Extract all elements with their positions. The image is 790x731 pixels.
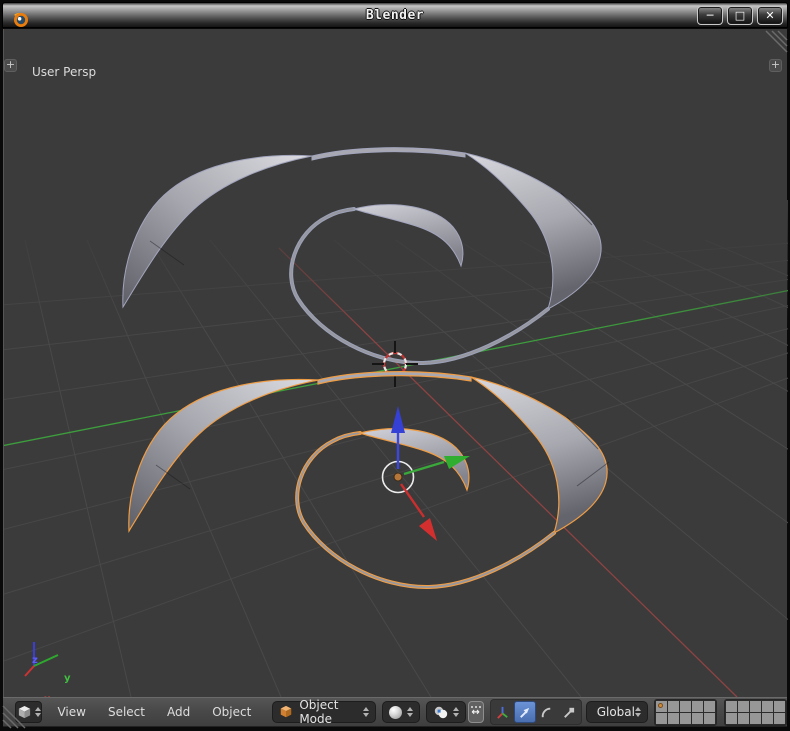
layer-cell[interactable]: [750, 701, 761, 712]
viewport-3d-scene[interactable]: [4, 29, 788, 697]
area-corner-grip-topright[interactable]: [766, 31, 787, 52]
shading-dropdown[interactable]: [382, 701, 420, 723]
orientation-dropdown-value: Global: [593, 705, 635, 719]
layer-cell[interactable]: [762, 713, 773, 724]
close-button[interactable]: ✕: [757, 6, 783, 25]
manipulator-type-group: [490, 699, 582, 725]
layer-cell[interactable]: [774, 713, 785, 724]
layer-cell[interactable]: [656, 713, 667, 724]
layer-cell[interactable]: [692, 713, 703, 724]
layer-cell[interactable]: [680, 701, 691, 712]
layer-buttons-group1: [654, 699, 717, 726]
gizmo-axis-button[interactable]: [492, 701, 514, 723]
pivot-point-icon: [433, 705, 449, 720]
sphere-icon: [389, 706, 402, 719]
layer-cell[interactable]: [774, 701, 785, 712]
orange-cube-icon: [279, 705, 293, 719]
mode-dropdown-value: Object Mode: [299, 698, 356, 726]
layer-cell[interactable]: [762, 701, 773, 712]
dropdown-arrows-icon: [635, 707, 641, 717]
layer-cell[interactable]: [750, 713, 761, 724]
layer-cell[interactable]: [726, 701, 737, 712]
menu-view[interactable]: View: [46, 698, 96, 726]
mode-dropdown[interactable]: Object Mode: [272, 701, 375, 723]
dropdown-arrows-icon: [363, 707, 369, 717]
orientation-dropdown[interactable]: Global: [586, 701, 648, 723]
maximize-button[interactable]: □: [727, 6, 753, 25]
layer-cell-active[interactable]: [656, 701, 667, 712]
layer-cell[interactable]: [738, 713, 749, 724]
layer-cell[interactable]: [726, 713, 737, 724]
layer-cell[interactable]: [738, 701, 749, 712]
layer-buttons-group2: [724, 699, 787, 726]
blender-window: Blender ─ □ ✕: [0, 0, 790, 731]
gizmo-scale-button[interactable]: [558, 701, 580, 723]
transform-manipulator[interactable]: [383, 406, 471, 541]
layer-cell[interactable]: [692, 701, 703, 712]
expand-properties-button[interactable]: +: [769, 59, 782, 72]
viewport-3d-area[interactable]: User Persp (1) NurbsCurve z y x: [3, 29, 787, 697]
gizmo-rotate-button[interactable]: [536, 701, 558, 723]
header-menus: View Select Add Object: [46, 698, 262, 726]
layer-cell[interactable]: [704, 713, 715, 724]
layer-cell[interactable]: [668, 713, 679, 724]
area-corner-grip-bottomleft[interactable]: [2, 704, 28, 730]
menu-object[interactable]: Object: [201, 698, 262, 726]
layer-cell[interactable]: [680, 713, 691, 724]
minimize-button[interactable]: ─: [697, 6, 723, 25]
layer-cell[interactable]: [704, 701, 715, 712]
axis-tripod-icon: [495, 705, 510, 720]
window-title: Blender: [3, 8, 787, 23]
dropdown-arrows-icon: [407, 707, 413, 717]
layer-cell[interactable]: [668, 701, 679, 712]
scale-handle-icon: [561, 705, 576, 720]
expand-toolshelf-button[interactable]: +: [4, 59, 17, 72]
translate-arrow-icon: [517, 705, 532, 720]
pivot-dropdown[interactable]: [426, 701, 466, 723]
dropdown-arrows-icon: [35, 707, 41, 717]
object-origin-dot: [394, 473, 402, 481]
title-bar[interactable]: Blender ─ □ ✕: [2, 2, 788, 28]
cursor-3d[interactable]: [372, 341, 418, 387]
viewport-header: View Select Add Object Object Mode: [3, 697, 787, 727]
menu-add[interactable]: Add: [156, 698, 201, 726]
manipulator-toggle-button[interactable]: ↔: [468, 701, 484, 723]
rotate-arc-icon: [539, 705, 554, 720]
gizmo-translate-button[interactable]: [514, 701, 536, 723]
dropdown-arrows-icon: [453, 707, 459, 717]
menu-select[interactable]: Select: [97, 698, 156, 726]
